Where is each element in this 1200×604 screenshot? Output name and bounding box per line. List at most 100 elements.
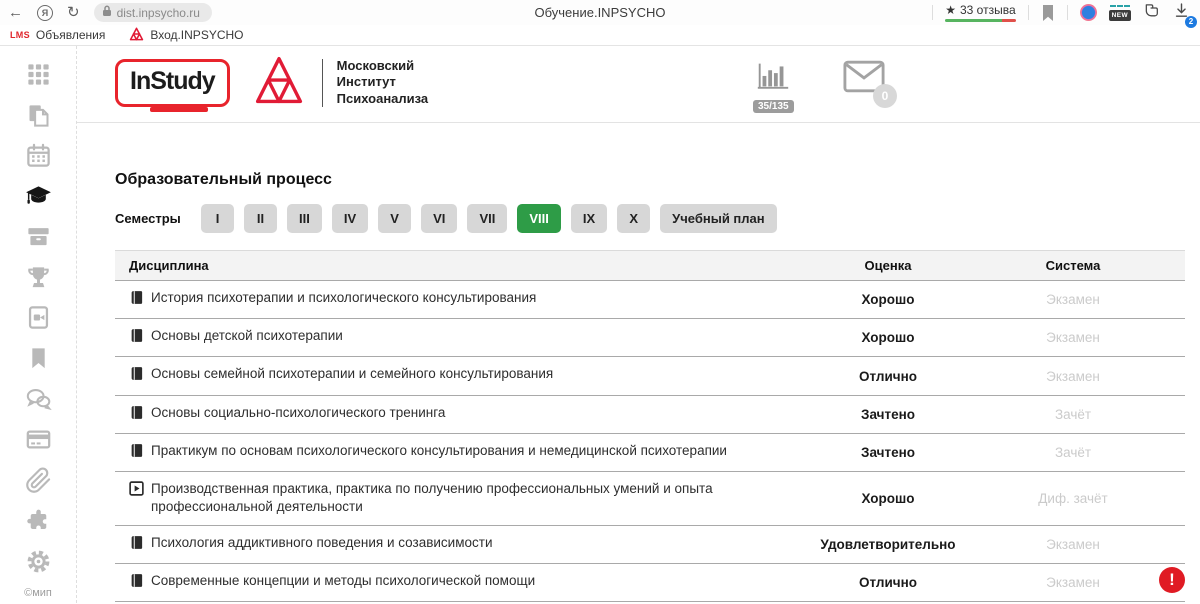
semesters-row: Семестры I II III IV V VI VII <box>115 204 1200 233</box>
reviews-count: 33 отзыва <box>960 3 1016 17</box>
table-row[interactable]: Практикум по основам психологического ко… <box>115 434 1185 472</box>
site-reviews-widget[interactable]: ★ 33 отзыва <box>945 3 1015 22</box>
bookmark-lms[interactable]: LMS Объявления <box>10 28 105 42</box>
system-value: Экзамен <box>961 369 1185 384</box>
discipline-name: Современные концепции и методы психологи… <box>151 572 535 590</box>
bookmark-flag-icon[interactable] <box>1041 5 1055 21</box>
book-icon <box>129 290 144 310</box>
book-icon <box>129 405 144 425</box>
table-row[interactable]: История психотерапии и психологического … <box>115 281 1185 319</box>
messages-button[interactable]: 0 <box>843 60 885 98</box>
bookmarks-bar: LMS Объявления Вход.INPSYCHO <box>0 25 1200 46</box>
yandex-search-icon[interactable]: Я <box>37 5 53 21</box>
semester-button[interactable]: VI <box>421 204 457 233</box>
instudy-logo[interactable]: InStudy <box>115 59 230 107</box>
semester-button[interactable]: Учебный план <box>660 204 776 233</box>
progress-count-badge: 35/135 <box>753 100 794 113</box>
semester-button[interactable]: VIII <box>517 204 561 233</box>
grade-value: Отлично <box>815 369 961 384</box>
semester-button[interactable]: I <box>201 204 234 233</box>
table-row[interactable]: Основы детской психотерапии Хорошо Экзам… <box>115 319 1185 357</box>
divider <box>1028 5 1029 20</box>
semester-button[interactable]: II <box>244 204 277 233</box>
play-video-icon <box>129 481 144 501</box>
alert-notification-icon[interactable]: ! <box>1159 567 1185 593</box>
bookmark-inpsycho[interactable]: Вход.INPSYCHO <box>129 27 243 44</box>
discipline-name: Основы социально-психологического тренин… <box>151 404 445 422</box>
system-value: Диф. зачёт <box>961 491 1185 506</box>
system-value: Зачёт <box>961 445 1185 460</box>
system-value: Экзамен <box>961 537 1185 552</box>
site-header: InStudy Московский Институт Психоанализа… <box>77 46 1200 123</box>
semester-buttons: I II III IV V VI VII VIII <box>201 204 777 233</box>
star-icon: ★ <box>945 3 956 17</box>
calendar-icon[interactable] <box>23 141 53 171</box>
chat-icon[interactable] <box>23 384 53 414</box>
semester-button[interactable]: III <box>287 204 322 233</box>
collections-icon[interactable] <box>1143 2 1161 24</box>
discipline-name: Производственная практика, практика по п… <box>151 480 801 516</box>
puzzle-icon[interactable] <box>23 506 53 536</box>
semester-button[interactable]: IX <box>571 204 607 233</box>
inpsycho-triangle-favicon <box>129 27 144 44</box>
book-icon <box>129 328 144 348</box>
divider <box>322 59 323 107</box>
apps-grid-icon[interactable] <box>23 60 53 90</box>
documents-icon[interactable] <box>23 101 53 131</box>
payment-card-icon[interactable] <box>23 425 53 455</box>
rating-bar <box>945 19 1015 22</box>
refresh-icon[interactable]: ↻ <box>67 5 80 20</box>
video-file-icon[interactable] <box>23 303 53 333</box>
table-header: Дисциплина Оценка Система <box>115 250 1185 281</box>
semester-button[interactable]: IV <box>332 204 368 233</box>
semester-button[interactable]: VII <box>467 204 507 233</box>
brand-logos: InStudy Московский Институт Психоанализа <box>115 55 428 110</box>
institute-name: Московский Институт Психоанализа <box>337 58 429 108</box>
new-extension-icon[interactable]: NEW <box>1109 10 1131 21</box>
grade-value: Хорошо <box>815 491 961 506</box>
copyright-label: ©мип <box>24 587 52 603</box>
lock-icon <box>102 4 112 22</box>
table-row[interactable]: Современные концепции и методы психологи… <box>115 564 1185 602</box>
grade-value: Хорошо <box>815 292 961 307</box>
table-row[interactable]: Основы социально-психологического тренин… <box>115 396 1185 434</box>
mip-triangle-logo[interactable] <box>252 55 306 110</box>
bookmark-label: Вход.INPSYCHO <box>150 28 243 42</box>
progress-stats-button[interactable]: 35/135 <box>753 56 794 113</box>
messages-count-badge: 0 <box>873 84 897 108</box>
table-row[interactable]: Психология аддиктивного поведения и соза… <box>115 526 1185 564</box>
paperclip-icon[interactable] <box>23 465 53 495</box>
discipline-name: Практикум по основам психологического ко… <box>151 442 727 460</box>
instudy-logo-underline <box>150 107 208 112</box>
address-bar[interactable]: dist.inpsycho.ru <box>94 3 212 22</box>
col-system: Система <box>961 251 1185 280</box>
trophy-icon[interactable] <box>23 263 53 293</box>
book-icon <box>129 366 144 386</box>
divider <box>932 5 933 20</box>
col-grade: Оценка <box>815 251 961 280</box>
semester-button[interactable]: X <box>617 204 650 233</box>
graduation-cap-icon[interactable] <box>23 182 53 212</box>
system-value: Зачёт <box>961 407 1185 422</box>
bookmark-label: Объявления <box>36 28 105 42</box>
grade-value: Удовлетворительно <box>815 537 961 552</box>
table-row[interactable]: Производственная практика, практика по п… <box>115 472 1185 525</box>
downloads-icon[interactable]: 2 <box>1173 2 1190 24</box>
back-icon[interactable]: ← <box>8 5 23 20</box>
discipline-name: История психотерапии и психологического … <box>151 289 536 307</box>
system-value: Экзамен <box>961 575 1185 590</box>
downloads-count-badge: 2 <box>1185 16 1197 28</box>
page-title: Образовательный процесс <box>115 171 1200 189</box>
archive-box-icon[interactable] <box>23 222 53 252</box>
book-icon <box>129 443 144 463</box>
bookmark-icon[interactable] <box>23 344 53 374</box>
extension-browser-icon[interactable] <box>1080 4 1097 21</box>
url-text: dist.inpsycho.ru <box>117 6 200 20</box>
table-row[interactable]: Основы семейной психотерапии и семейного… <box>115 357 1185 395</box>
browser-toolbar: ← Я ↻ dist.inpsycho.ru Обучение.INPSYCHO… <box>0 0 1200 25</box>
instudy-logo-text: InStudy <box>130 67 215 95</box>
semester-button[interactable]: V <box>378 204 411 233</box>
divider <box>1067 5 1068 20</box>
gear-icon[interactable] <box>23 546 53 576</box>
grade-value: Отлично <box>815 575 961 590</box>
